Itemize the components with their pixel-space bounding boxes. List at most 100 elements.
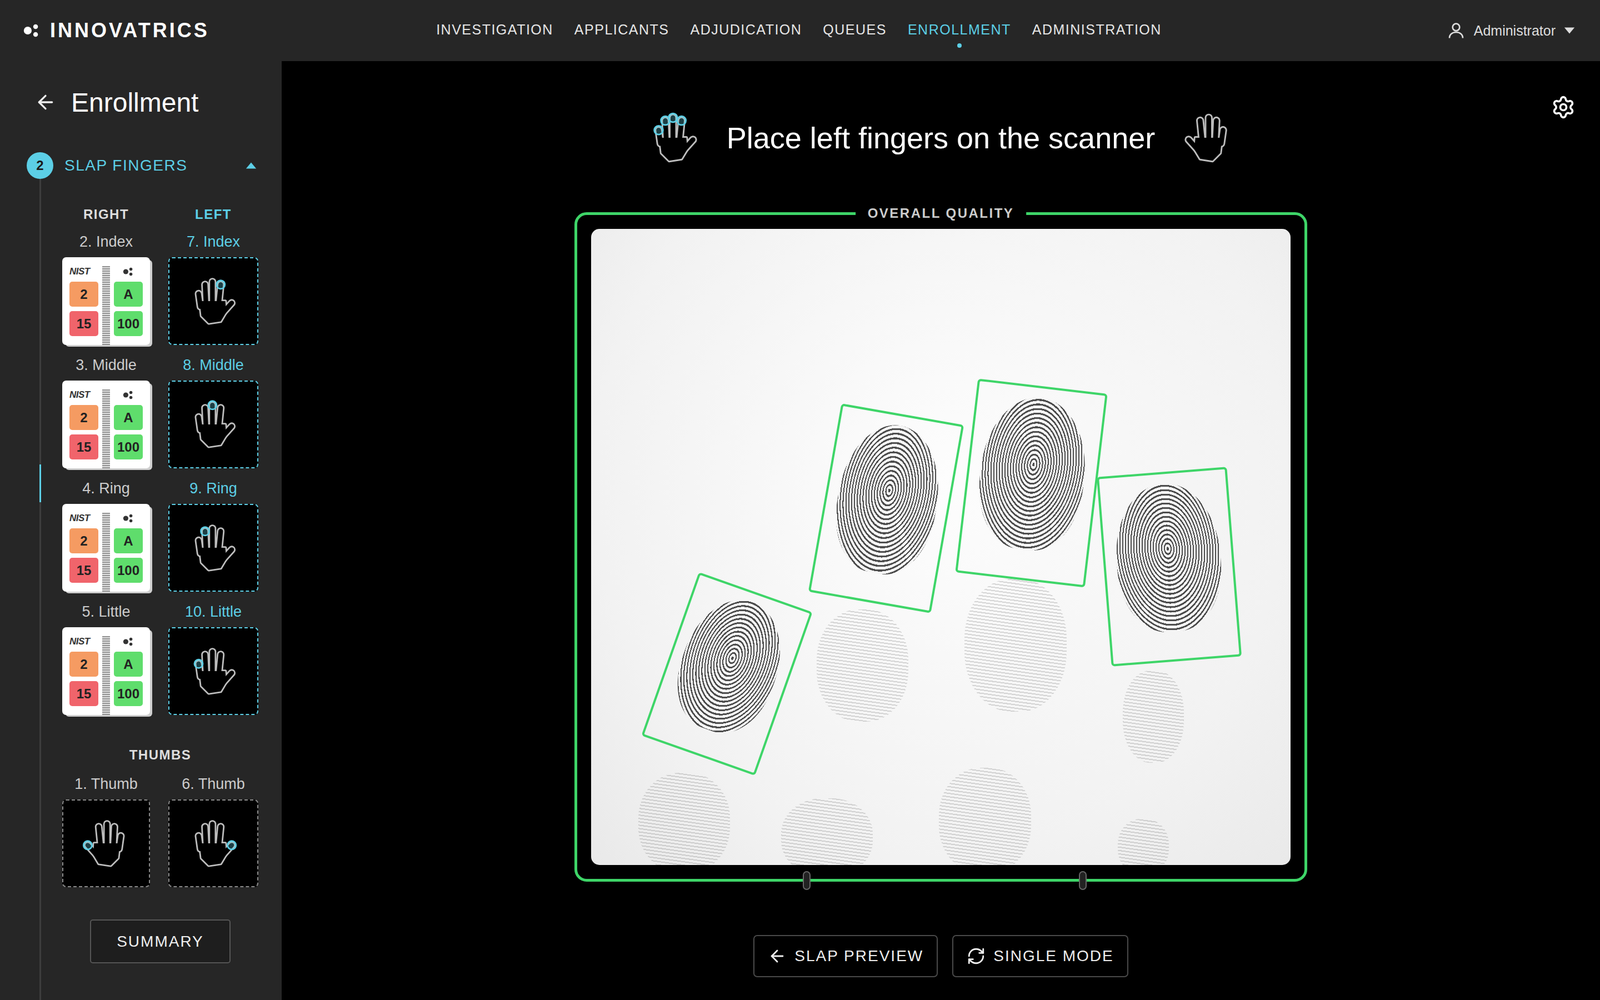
nav-item[interactable]: APPLICANTS [574,21,670,48]
pending-finger-card[interactable] [168,380,259,469]
instruction-title: Place left fingers on the scanner [726,120,1155,155]
captured-finger-card[interactable]: NIST215A100 [62,503,150,592]
hand-header[interactable]: RIGHT [62,206,150,223]
action-button[interactable]: SLAP PREVIEW [753,935,938,978]
quality-score-badge: A [113,651,143,677]
faint-print [816,609,909,722]
finger-slot: 8. Middle [168,356,259,469]
sidebar-title: Enrollment [71,87,199,118]
nav-item[interactable]: ADJUDICATION [690,21,802,48]
dropdown-caret-icon[interactable] [1563,24,1576,37]
capture-panel: Place left fingers on the scanner OVERALL… [281,61,1600,1000]
brand-logo-icon [22,21,42,40]
faint-print [781,798,873,865]
thumbs-row: 1. Thumb 6. Thumb [62,775,282,888]
hand-finger-icon [76,813,136,873]
finger-slot: 9. Ring [168,479,259,592]
finger-slot: 6. Thumb [168,775,259,888]
brand[interactable]: INNOVATRICS [22,18,437,43]
finger-detection-box [641,572,813,776]
nist-score-badge: 2 [69,405,99,430]
arrow-left-icon [767,946,787,966]
nav-item[interactable]: INVESTIGATION [436,21,554,48]
fingerprint [1110,479,1226,636]
finger-thumbnail [102,266,110,345]
pending-finger-card[interactable] [168,627,259,715]
innovatrics-logo-icon [122,265,135,278]
frame-handle[interactable] [802,871,811,890]
thumbs-title: THUMBS [62,747,259,763]
finger-detection-box [808,403,964,614]
captured-finger-card[interactable]: NIST215A100 [62,380,150,469]
finger-slot: 1. Thumb [62,775,150,888]
fingerprint [662,586,797,745]
innovatrics-logo-icon [122,512,135,525]
score-logo [113,512,143,524]
nist-score-badge: 2 [69,281,99,307]
faint-print [1122,670,1184,763]
brand-name: INNOVATRICS [50,18,210,43]
nist-score-badge: 15 [69,681,99,707]
nist-score-badge: 2 [69,651,99,677]
hand-finger-icon [183,271,243,331]
finger-detection-box [1096,466,1242,667]
step-rail: 2 [26,152,54,1000]
finger-slot: 10. Little [168,602,259,715]
quality-score-badge: A [113,405,143,430]
frame-handle[interactable] [1078,871,1087,890]
faint-print [964,578,1067,712]
nist-score-badge: 15 [69,311,99,337]
user-menu[interactable]: Administrator [1446,20,1576,41]
settings-button[interactable] [1551,95,1576,120]
hand-finger-icon [183,518,243,578]
finger-label: 10. Little [185,602,242,621]
summary-button[interactable]: SUMMARY [90,919,231,964]
main-nav: INVESTIGATION APPLICANTS ADJUDICATION QUEUE… [436,13,1162,48]
step-header[interactable]: SLAP FINGERS [53,152,282,179]
hand-header[interactable]: LEFT [168,206,259,223]
user-name: Administrator [1473,22,1556,39]
nav-item[interactable]: ENROLLMENT [907,21,1012,48]
finger-label: 9. Ring [189,479,238,498]
right-hand-icon [1177,107,1239,169]
nist-logo: NIST [69,636,99,648]
captured-finger-card[interactable]: NIST215A100 [62,627,150,715]
finger-thumbnail [102,389,110,469]
pending-finger-card[interactable] [168,257,259,345]
left-hand-fingers-icon [643,107,705,169]
nav-item[interactable]: QUEUES [822,21,887,48]
hand-headers: RIGHT LEFT [62,206,282,223]
finger-label: 5. Little [81,602,130,621]
title-row: Place left fingers on the scanner [281,107,1600,169]
action-button[interactable]: SINGLE MODE [952,935,1128,978]
quality-score-badge: A [113,281,143,307]
captured-finger-card[interactable]: NIST215A100 [62,257,150,345]
step-label: SLAP FINGERS [64,156,188,175]
hand-finger-icon [183,813,243,873]
finger-label: 1. Thumb [74,775,138,793]
finger-slot: 4. RingNIST215A100 [62,479,150,592]
nist-logo: NIST [69,389,99,401]
score-logo [113,389,143,401]
scan-image [591,228,1291,865]
pending-finger-card[interactable] [168,503,259,592]
user-icon [1446,20,1467,41]
refresh-icon [966,946,986,966]
quality-score-badge: 100 [113,434,143,460]
quality-label: OVERALL QUALITY [855,205,1027,222]
fingerprint [972,391,1093,555]
finger-rows: 2. IndexNIST215A1007. Index3. MiddleNIST… [62,232,282,715]
step-content: SLAP FINGERSRIGHTLEFT2. IndexNIST215A100… [53,152,282,1000]
gear-icon[interactable] [1551,95,1576,120]
rail-position-mark [39,464,42,503]
pending-finger-card[interactable] [168,799,259,888]
hand-finger-icon [183,395,243,454]
pending-finger-card[interactable] [62,799,150,888]
content: Enrollment 2 SLAP FINGERS RIGHT LEFT 2. Index… [0,61,1600,1000]
finger-label: 2. Index [79,232,133,251]
innovatrics-logo-icon [122,635,135,648]
back-arrow-icon[interactable] [34,91,57,114]
nav-item[interactable]: ADMINISTRATION [1032,21,1162,48]
collapse-caret-icon[interactable] [245,159,258,172]
summary-wrap: SUMMARY [62,919,259,964]
